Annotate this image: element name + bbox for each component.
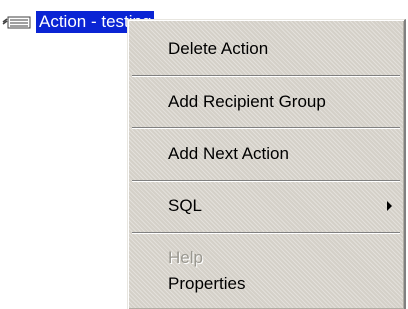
screen: Action - testing Delete Action Add Recip… [0,0,408,309]
submenu-arrow-icon [387,201,392,211]
menu-item-delete-action[interactable]: Delete Action [128,32,404,66]
action-node-icon [2,15,32,29]
menu-item-label: Delete Action [168,39,269,58]
menu-item-label: Add Recipient Group [168,92,326,111]
context-menu: Delete Action Add Recipient Group Add Ne… [127,19,406,309]
menu-item-sql[interactable]: SQL [128,189,404,223]
menu-item-label: Help [168,248,203,267]
menu-separator [132,180,400,182]
menu-separator [132,127,400,129]
menu-item-label: SQL [168,196,203,215]
menu-item-properties[interactable]: Properties [128,267,404,301]
menu-separator [132,232,400,234]
menu-item-add-next-action[interactable]: Add Next Action [128,137,404,171]
menu-item-label: Properties [168,274,246,293]
menu-separator [132,75,400,77]
menu-item-add-recipient-group[interactable]: Add Recipient Group [128,85,404,119]
menu-item-label: Add Next Action [168,144,289,163]
